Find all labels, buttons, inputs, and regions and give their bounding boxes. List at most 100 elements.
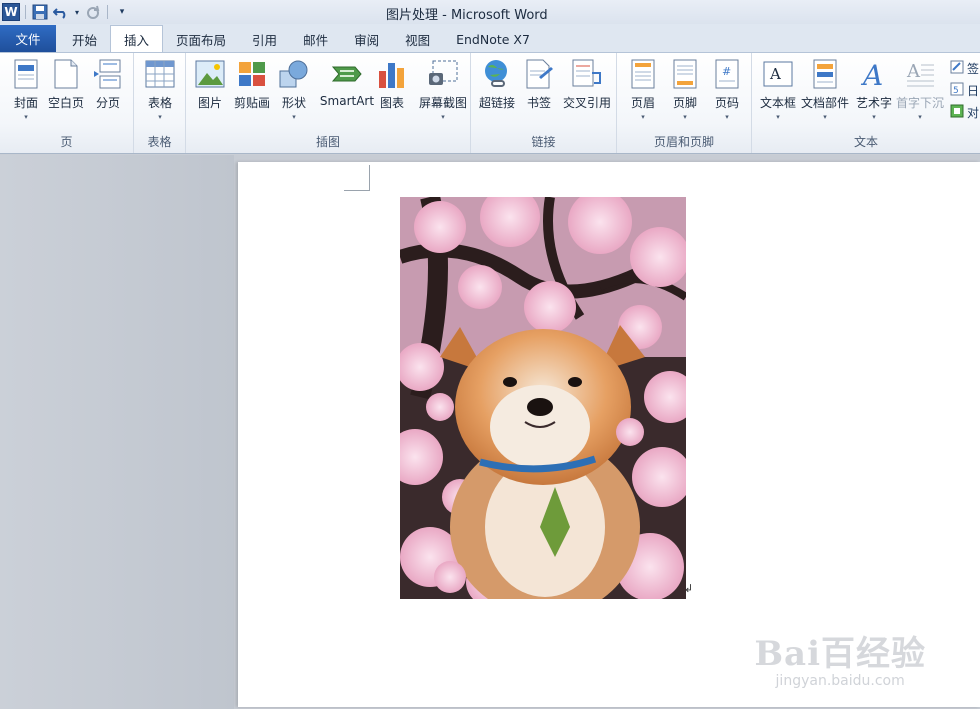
- tab-home[interactable]: 开始: [56, 26, 110, 52]
- inserted-picture[interactable]: [400, 197, 686, 599]
- watermark-logo: Bai百经验: [754, 634, 926, 674]
- quick-parts-label: 文档部件: [800, 96, 849, 110]
- ribbon-tabs: 文件 开始 插入 页面布局 引用 邮件 审阅 视图 EndNote X7: [0, 24, 980, 52]
- group-text: A 文本框 ▾ 文档部件 ▾ A 艺术字 ▾ A 首字下沉 ▾ 文本: [752, 53, 980, 153]
- text-cursor-mark: ↲: [684, 582, 694, 595]
- table-icon: [144, 58, 176, 90]
- ribbon: 封面 ▾ 空白页 分页 页 表格 ▾ 表格 图片 剪贴画 形状 ▾ SmartA…: [0, 52, 980, 154]
- quick-parts-button[interactable]: 文档部件 ▾: [798, 57, 852, 123]
- cover-page-label: 封面: [13, 96, 38, 110]
- page-number-label: 页码: [714, 96, 739, 110]
- tab-references[interactable]: 引用: [239, 26, 290, 52]
- screenshot-label: 屏幕截图: [418, 96, 467, 110]
- group-table: 表格 ▾ 表格: [134, 53, 186, 153]
- tab-file[interactable]: 文件: [0, 25, 56, 52]
- picture-label: 图片: [197, 96, 222, 110]
- chevron-down-icon: ▾: [872, 113, 876, 121]
- chevron-down-icon: ▾: [776, 113, 780, 121]
- chevron-down-icon: ▾: [823, 113, 827, 121]
- text-box-icon: A: [762, 58, 794, 90]
- page-break-icon: [92, 58, 124, 90]
- wordart-label: 艺术字: [855, 96, 892, 110]
- bookmark-button[interactable]: 书签: [513, 57, 565, 123]
- svg-text:5: 5: [953, 86, 959, 96]
- chevron-down-icon: ▾: [24, 113, 28, 121]
- chevron-down-icon: ▾: [441, 113, 445, 121]
- drop-cap-icon: A: [904, 58, 936, 90]
- svg-text:A: A: [769, 65, 781, 83]
- hyperlink-label: 超链接: [478, 96, 515, 110]
- group-page-label: 页: [60, 135, 73, 149]
- clip-art-icon: [236, 58, 268, 90]
- title-bar: W ▾ ▾ 图片处理 - Microsoft Word: [0, 0, 980, 24]
- shiba-cherry-blossom-image: [400, 197, 686, 599]
- object-label: 对: [967, 105, 980, 120]
- quick-parts-icon: [809, 58, 841, 90]
- shapes-icon: [278, 58, 310, 90]
- clip-art-label: 剪贴画: [233, 96, 270, 110]
- group-text-label: 文本: [853, 135, 878, 149]
- blank-page-icon: [50, 58, 82, 90]
- text-box-button[interactable]: A 文本框 ▾: [752, 57, 804, 123]
- chart-button[interactable]: 图表: [366, 57, 418, 123]
- text-small-buttons: 签 5 日 对: [950, 57, 980, 123]
- cross-reference-label: 交叉引用: [562, 96, 611, 110]
- blank-page-label: 空白页: [47, 96, 84, 110]
- footer-icon: [669, 58, 701, 90]
- wordart-button[interactable]: A 艺术字 ▾: [848, 57, 900, 123]
- chart-icon: [376, 58, 408, 90]
- header-icon: [627, 58, 659, 90]
- svg-text:#: #: [722, 65, 731, 78]
- window-title: 图片处理 - Microsoft Word: [386, 8, 548, 23]
- group-header-footer-label: 页眉和页脚: [653, 135, 714, 149]
- chevron-down-icon: ▾: [292, 113, 296, 121]
- drop-cap-button[interactable]: A 首字下沉 ▾: [894, 57, 946, 123]
- tab-review[interactable]: 审阅: [341, 26, 392, 52]
- cross-reference-icon: [571, 58, 603, 90]
- group-page: 封面 ▾ 空白页 分页 页: [0, 53, 134, 153]
- tab-view[interactable]: 视图: [392, 26, 443, 52]
- date-time-button[interactable]: 5 日: [950, 79, 980, 101]
- picture-icon: [194, 58, 226, 90]
- svg-text:A: A: [906, 61, 921, 82]
- chevron-down-icon: ▾: [641, 113, 645, 121]
- chevron-down-icon: ▾: [918, 113, 922, 121]
- signature-line-button[interactable]: 签: [950, 57, 980, 79]
- object-button[interactable]: 对: [950, 101, 980, 123]
- page-break-button[interactable]: 分页: [82, 57, 134, 123]
- drop-cap-label: 首字下沉: [895, 96, 944, 110]
- cover-page-icon: [10, 58, 42, 90]
- tab-page-layout[interactable]: 页面布局: [163, 26, 239, 52]
- group-header-footer: 页眉 ▾ 页脚 ▾ # 页码 ▾ 页眉和页脚: [617, 53, 752, 153]
- shapes-button[interactable]: 形状 ▾: [268, 57, 320, 123]
- tab-endnote[interactable]: EndNote X7: [443, 26, 543, 52]
- page-number-button[interactable]: # 页码 ▾: [701, 57, 753, 123]
- signature-line-label: 签: [967, 61, 980, 76]
- left-gutter: [0, 155, 234, 709]
- margin-corner-mark: [344, 165, 370, 191]
- chevron-down-icon: ▾: [683, 113, 687, 121]
- object-icon: [950, 104, 964, 121]
- watermark-url: jingyan.baidu.com: [775, 673, 905, 689]
- watermark: Bai百经验 jingyan.baidu.com: [754, 626, 926, 689]
- shapes-label: 形状: [281, 96, 306, 110]
- wordart-icon: A: [858, 58, 890, 90]
- footer-label: 页脚: [672, 96, 697, 110]
- screenshot-button[interactable]: 屏幕截图 ▾: [414, 57, 472, 123]
- bookmark-label: 书签: [526, 96, 551, 110]
- cross-reference-button[interactable]: 交叉引用: [559, 57, 615, 123]
- tab-insert[interactable]: 插入: [110, 25, 164, 52]
- smartart-icon: [331, 58, 363, 90]
- bookmark-icon: [523, 58, 555, 90]
- table-button[interactable]: 表格 ▾: [134, 57, 186, 123]
- svg-text:A: A: [860, 59, 883, 89]
- page-number-icon: #: [711, 58, 743, 90]
- group-links: 超链接 书签 交叉引用 链接: [471, 53, 617, 153]
- signature-line-icon: [950, 60, 964, 77]
- chart-label: 图表: [379, 96, 404, 110]
- table-label: 表格: [147, 96, 172, 110]
- group-illustrations-label: 插图: [315, 135, 340, 149]
- text-box-label: 文本框: [759, 96, 796, 110]
- tab-mailings[interactable]: 邮件: [290, 26, 341, 52]
- group-table-label: 表格: [147, 135, 172, 149]
